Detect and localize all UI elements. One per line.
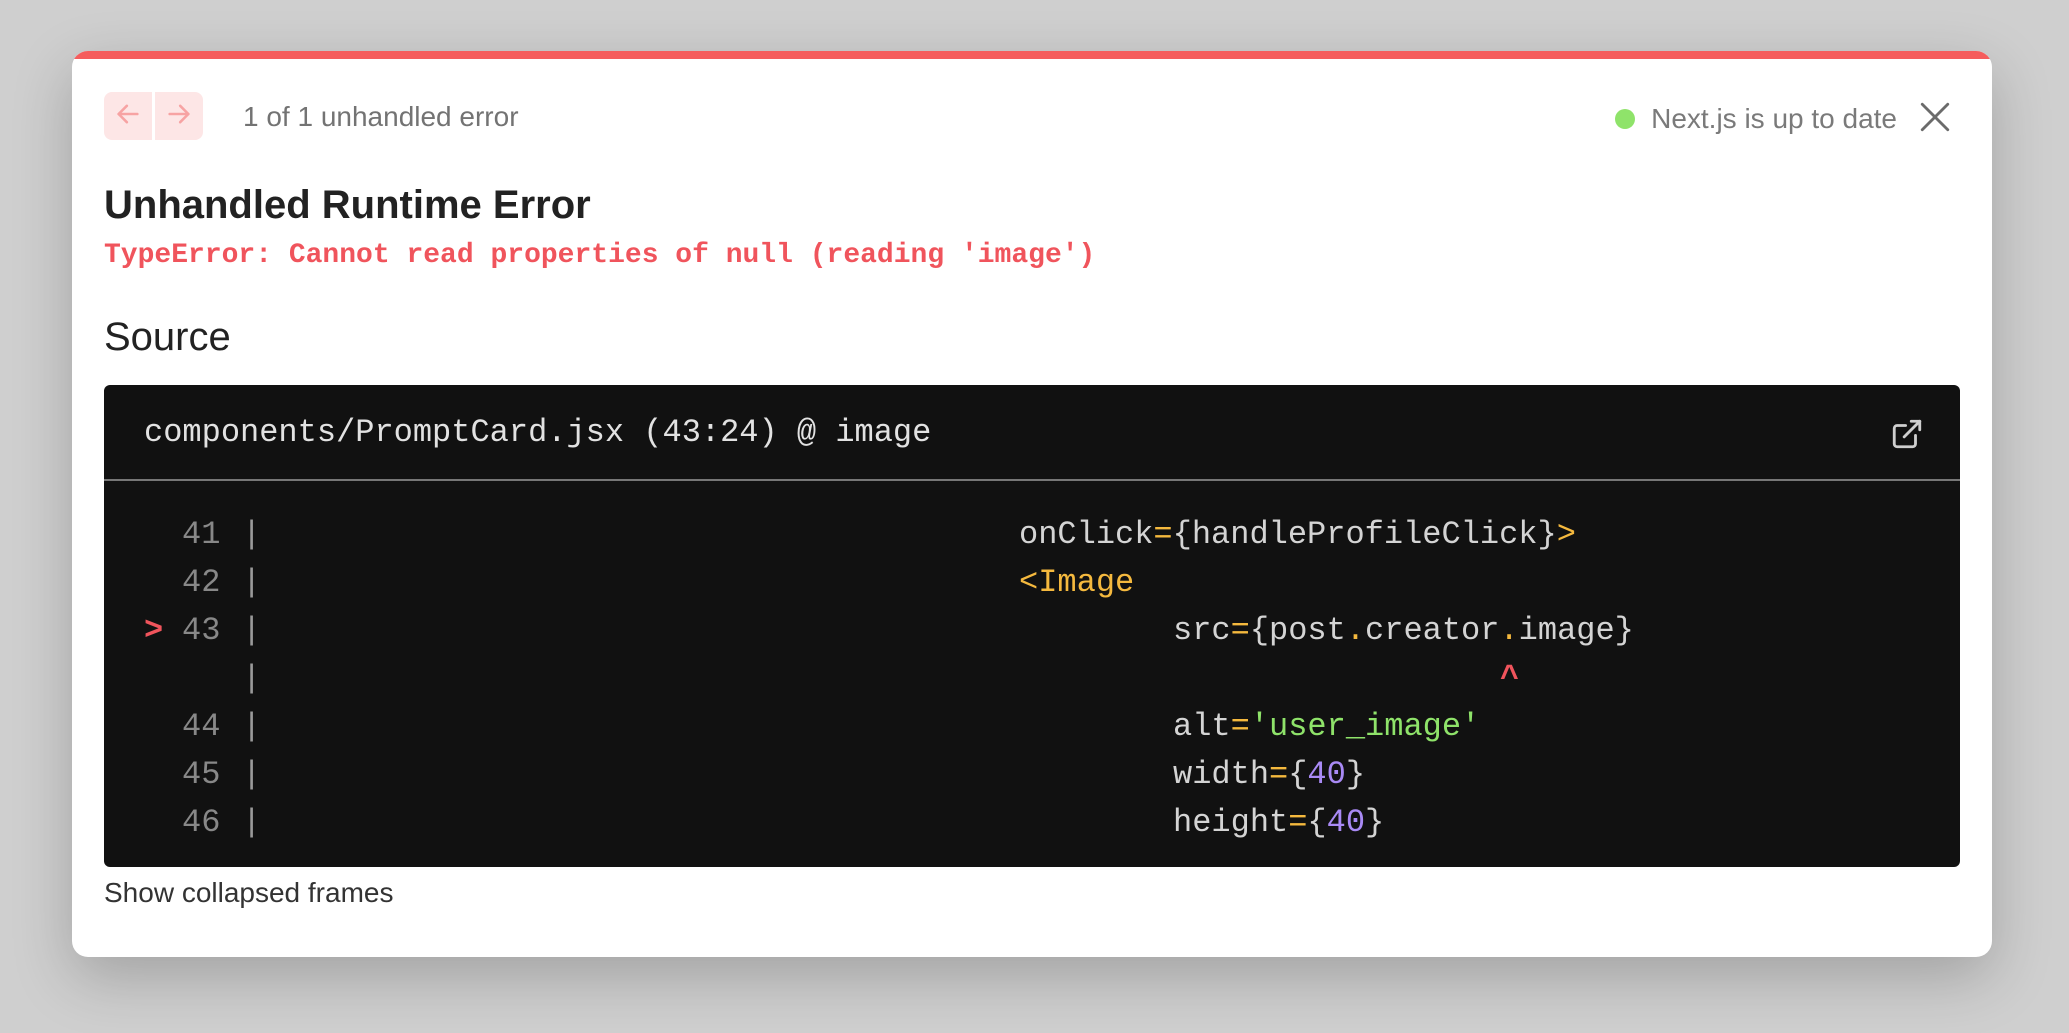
code-text: src={post.creator.image} xyxy=(1173,607,1634,655)
open-in-editor-button[interactable] xyxy=(1890,417,1924,451)
code-token: alt xyxy=(1173,708,1231,745)
code-token: creator xyxy=(1365,612,1500,649)
next-error-button[interactable] xyxy=(155,92,203,140)
code-line: 42 | <Image xyxy=(104,559,1960,607)
code-line: | ^ xyxy=(104,655,1960,703)
code-line: 45 | width={40} xyxy=(104,751,1960,799)
code-token: { xyxy=(1288,756,1308,793)
close-icon xyxy=(1918,100,1952,139)
code-text: <Image xyxy=(1019,559,1134,607)
code-line: 46 | height={40} xyxy=(104,799,1960,847)
code-token: onClick xyxy=(1019,516,1154,553)
code-token: height xyxy=(1173,804,1289,841)
error-overlay-dialog: 1 of 1 unhandled error Next.js is up to … xyxy=(72,51,1992,957)
version-status: Next.js is up to date xyxy=(1615,99,1897,139)
code-text: alt='user_image' xyxy=(1173,703,1480,751)
code-token: 40 xyxy=(1307,756,1346,793)
code-frame-header: components/PromptCard.jsx (43:24) @ imag… xyxy=(104,385,1960,481)
code-token: } xyxy=(1345,756,1366,793)
line-gutter-separator: | xyxy=(242,612,262,649)
line-gutter-separator: | xyxy=(242,516,262,553)
line-gutter-separator: | xyxy=(242,564,262,601)
source-file-path[interactable]: components/PromptCard.jsx (43:24) @ imag… xyxy=(144,411,931,455)
arrow-right-icon xyxy=(165,100,193,133)
line-number: 45 xyxy=(182,756,221,793)
error-message: TypeError: Cannot read properties of nul… xyxy=(104,240,1096,271)
error-line-marker: > xyxy=(144,612,164,649)
code-token: = xyxy=(1230,612,1250,649)
line-gutter-separator: | xyxy=(242,708,262,745)
external-link-icon xyxy=(1890,419,1924,455)
code-frame: components/PromptCard.jsx (43:24) @ imag… xyxy=(104,385,1960,867)
code-token: <Image xyxy=(1019,564,1135,601)
code-text: ^ xyxy=(1500,655,1519,703)
version-status-text: Next.js is up to date xyxy=(1651,103,1897,134)
code-token: . xyxy=(1345,612,1366,649)
source-heading: Source xyxy=(104,315,231,359)
line-number: 43 xyxy=(182,612,221,649)
error-title: Unhandled Runtime Error xyxy=(104,183,591,227)
line-gutter-separator: | xyxy=(242,756,262,793)
code-token: } xyxy=(1365,804,1385,841)
code-token: src xyxy=(1173,612,1231,649)
code-token: = xyxy=(1269,756,1289,793)
code-token: ^ xyxy=(1500,660,1520,697)
code-line: 41 | onClick={handleProfileClick}> xyxy=(104,511,1960,559)
code-token: width xyxy=(1173,756,1270,793)
previous-error-button[interactable] xyxy=(104,92,152,140)
code-token: = xyxy=(1230,708,1250,745)
code-token: > xyxy=(1556,516,1576,553)
error-count-label: 1 of 1 unhandled error xyxy=(243,101,519,132)
line-number: 46 xyxy=(182,804,221,841)
code-token: image} xyxy=(1518,612,1634,649)
error-accent-bar xyxy=(72,51,1992,59)
arrow-left-icon xyxy=(114,100,142,133)
line-gutter-separator: | xyxy=(242,804,262,841)
line-gutter-separator: | xyxy=(242,660,262,697)
code-lines: 41 | onClick={handleProfileClick}> 42 | <Imag… xyxy=(104,481,1960,847)
show-collapsed-frames-button[interactable]: Show collapsed frames xyxy=(104,873,393,913)
error-pagination xyxy=(104,92,203,140)
code-token: {handleProfileClick} xyxy=(1172,516,1557,553)
line-number: 44 xyxy=(182,708,221,745)
code-token: 40 xyxy=(1326,804,1366,841)
code-token: . xyxy=(1499,612,1519,649)
status-dot-icon xyxy=(1615,109,1636,129)
close-button[interactable] xyxy=(1912,96,1958,142)
code-line: >43 | src={post.creator.image} xyxy=(104,607,1960,655)
line-number: 42 xyxy=(182,564,221,601)
code-text: width={40} xyxy=(1173,751,1365,799)
code-text: height={40} xyxy=(1173,799,1384,847)
code-token: = xyxy=(1153,516,1173,553)
code-token: 'user_image' xyxy=(1249,708,1481,745)
code-line: 44 | alt='user_image' xyxy=(104,703,1960,751)
code-token: {post xyxy=(1249,612,1346,649)
code-token: { xyxy=(1307,804,1327,841)
code-text: onClick={handleProfileClick}> xyxy=(1019,511,1576,559)
line-number: 41 xyxy=(182,516,221,553)
code-token: = xyxy=(1288,804,1308,841)
